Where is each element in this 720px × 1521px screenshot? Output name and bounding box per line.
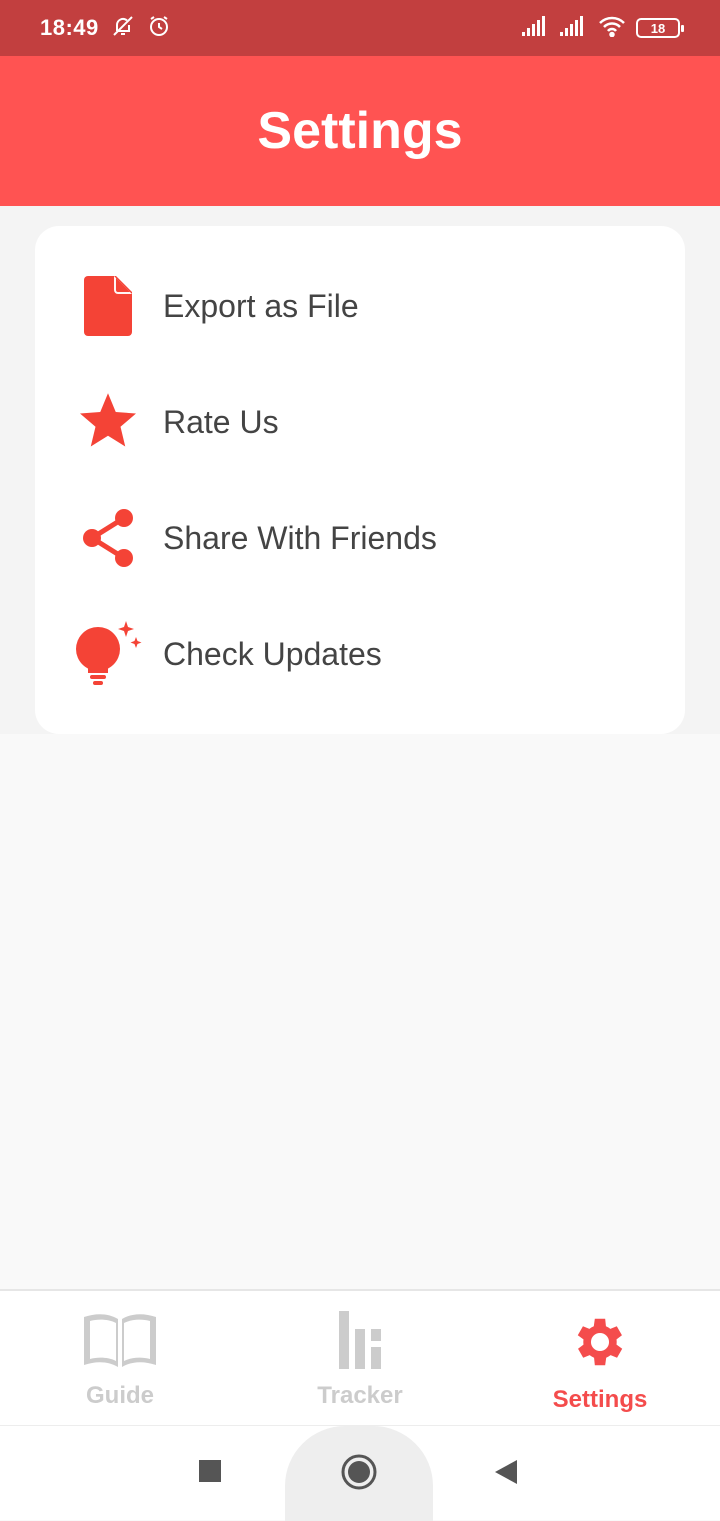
tab-label: Tracker: [317, 1382, 403, 1409]
battery-level: 18: [650, 20, 666, 36]
signal-icon: [522, 15, 550, 41]
bar-chart-icon: [337, 1311, 383, 1374]
alarm-icon: [147, 14, 171, 43]
tab-guide[interactable]: Guide: [0, 1291, 240, 1425]
menu-item-label: Rate Us: [163, 403, 279, 440]
triangle-back-icon: [493, 1459, 519, 1490]
menu-item-label: Share With Friends: [163, 519, 437, 556]
signal-icon: [560, 15, 588, 41]
lightbulb-icon: [63, 621, 153, 687]
bell-off-icon: [111, 14, 135, 43]
circle-icon: [340, 1453, 378, 1496]
menu-item-updates[interactable]: Check Updates: [67, 606, 653, 702]
settings-card: Export as File Rate Us Share With Friend…: [35, 226, 685, 734]
menu-item-export[interactable]: Export as File: [67, 258, 653, 354]
back-button[interactable]: [493, 1459, 519, 1490]
book-icon: [82, 1311, 158, 1374]
app-header: Settings: [0, 56, 720, 206]
home-button[interactable]: [340, 1453, 378, 1496]
tab-settings[interactable]: Settings: [480, 1291, 720, 1425]
menu-item-share[interactable]: Share With Friends: [67, 490, 653, 586]
page-title: Settings: [257, 102, 463, 160]
menu-item-label: Check Updates: [163, 635, 382, 672]
battery-icon: 18: [636, 18, 684, 38]
square-icon: [199, 1459, 221, 1487]
file-icon: [63, 276, 153, 336]
gear-icon: [569, 1311, 631, 1378]
bottom-nav: Guide Tracker Settings: [0, 1289, 720, 1425]
share-icon: [63, 508, 153, 568]
recents-button[interactable]: [198, 1459, 222, 1487]
menu-item-rate[interactable]: Rate Us: [67, 374, 653, 470]
status-bar: 18:49 18: [0, 0, 720, 56]
wifi-icon: [598, 15, 626, 42]
status-time: 18:49: [40, 15, 99, 40]
star-icon: [63, 393, 153, 451]
tab-label: Settings: [552, 1386, 648, 1413]
tab-tracker[interactable]: Tracker: [240, 1291, 480, 1425]
system-nav-bar: [0, 1425, 720, 1521]
tab-label: Guide: [85, 1382, 154, 1409]
menu-item-label: Export as File: [163, 287, 359, 324]
